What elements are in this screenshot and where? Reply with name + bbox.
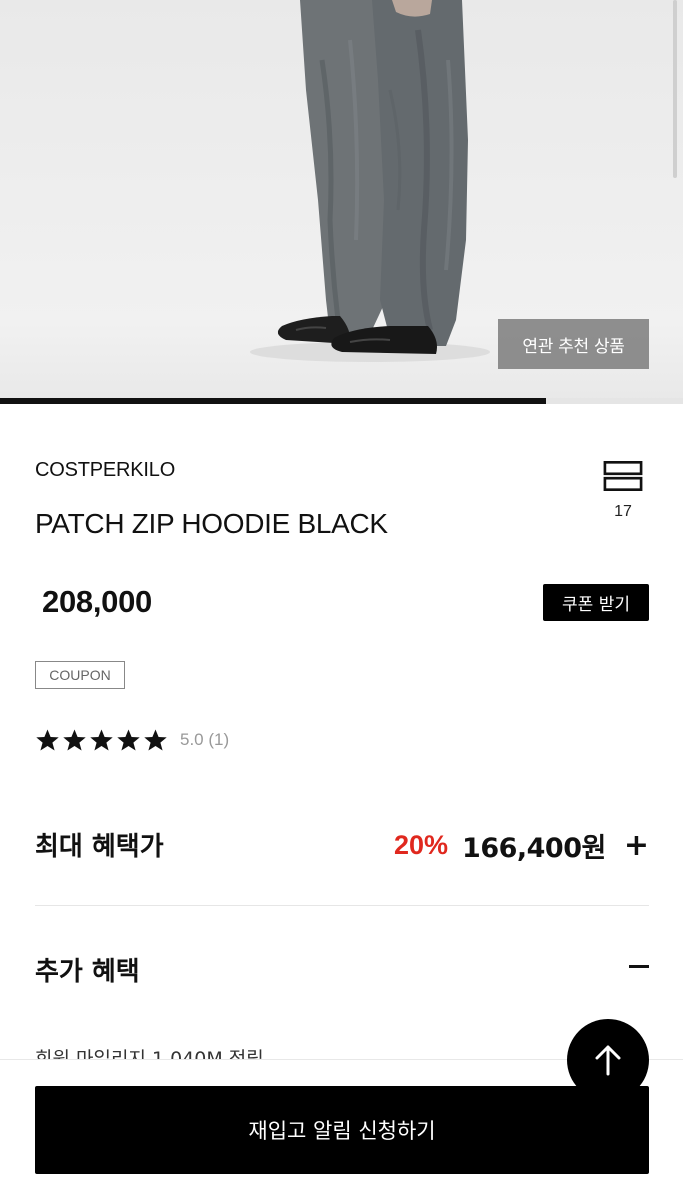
list-toggle-button[interactable]: 17 xyxy=(600,461,646,521)
star-icon xyxy=(144,729,167,750)
benefit-price: 166,400원 xyxy=(462,833,606,864)
brand-name[interactable]: COSTPERKILO xyxy=(35,459,175,482)
mileage-text: 회원 마일리지 1,040M 적립 xyxy=(35,1048,264,1060)
image-progress-track xyxy=(0,398,683,404)
image-progress-fill xyxy=(0,398,547,404)
coupon-badge: COUPON xyxy=(35,661,125,689)
get-coupon-button[interactable]: 쿠폰 받기 xyxy=(543,584,649,621)
star-icon xyxy=(90,729,113,750)
list-toggle-icon xyxy=(603,461,643,491)
extra-benefit-label: 추가 혜택 xyxy=(35,957,140,987)
restock-alert-button[interactable]: 재입고 알림 신청하기 xyxy=(35,1086,649,1174)
product-title: PATCH ZIP HOODIE BLACK xyxy=(35,508,388,539)
list-count: 17 xyxy=(614,503,632,520)
product-hero-image[interactable]: 연관 추천 상품 xyxy=(0,0,683,404)
star-icon xyxy=(36,729,59,750)
star-icon xyxy=(63,729,86,750)
rating-stars xyxy=(35,728,168,753)
discount-rate: 20% xyxy=(393,830,449,860)
extra-benefit-row[interactable]: 추가 혜택 xyxy=(35,945,649,991)
max-benefit-row[interactable]: 최대 혜택가 20% 166,400원 + xyxy=(35,820,649,866)
rating-score: 5.0 (1) xyxy=(180,730,230,749)
related-products-button[interactable]: 연관 추천 상품 xyxy=(498,319,649,369)
max-benefit-label: 최대 혜택가 xyxy=(35,832,164,862)
rating[interactable]: 5.0 (1) xyxy=(35,725,229,755)
arrow-up-icon xyxy=(595,1045,621,1076)
scroll-top-button[interactable] xyxy=(567,1019,649,1101)
section-divider xyxy=(35,905,649,906)
product-price: 208,000 xyxy=(42,584,152,619)
plus-icon[interactable]: + xyxy=(624,830,649,861)
minus-icon[interactable] xyxy=(629,965,649,968)
hero-scrollbar[interactable] xyxy=(673,0,677,178)
star-icon xyxy=(117,729,140,750)
